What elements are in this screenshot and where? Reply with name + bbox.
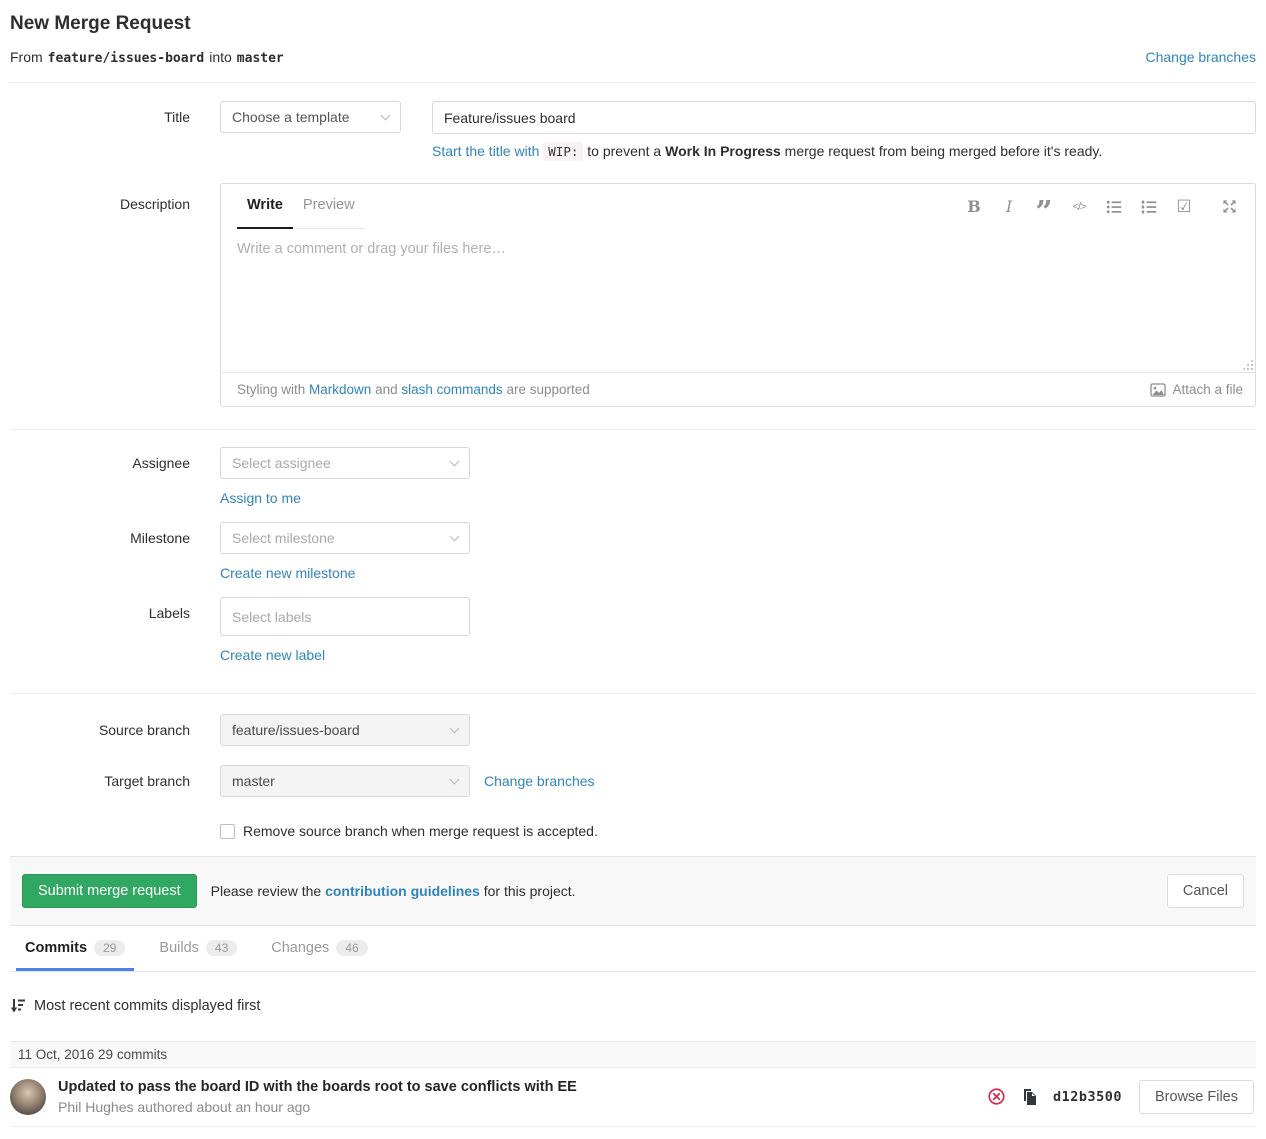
code-icon[interactable]: </> xyxy=(1069,197,1089,217)
assignee-label: Assignee xyxy=(10,447,190,471)
description-textarea[interactable] xyxy=(221,229,1255,372)
quote-icon[interactable]: ” xyxy=(1034,197,1054,217)
cancel-button[interactable]: Cancel xyxy=(1167,874,1244,908)
chevron-down-icon xyxy=(450,775,460,785)
sort-note: Most recent commits displayed first xyxy=(10,998,1256,1014)
ci-failed-icon[interactable] xyxy=(988,1088,1005,1105)
avatar xyxy=(10,1079,46,1115)
create-label-link[interactable]: Create new label xyxy=(220,647,325,663)
source-branch-name: feature/issues-board xyxy=(48,51,205,66)
fullscreen-icon[interactable] xyxy=(1219,197,1239,217)
form-actions: Submit merge request Please review the c… xyxy=(10,856,1256,926)
write-tab[interactable]: Write xyxy=(237,184,293,229)
into-label: into xyxy=(209,49,232,65)
target-branch-name: master xyxy=(237,51,284,66)
page-title: New Merge Request xyxy=(10,12,1256,36)
numbered-list-icon[interactable] xyxy=(1139,197,1159,217)
source-branch-select[interactable]: feature/issues-board xyxy=(220,714,470,746)
submit-merge-request-button[interactable]: Submit merge request xyxy=(22,874,197,908)
target-branch-select[interactable]: master xyxy=(220,765,470,797)
bullet-list-icon[interactable] xyxy=(1104,197,1124,217)
sort-desc-icon xyxy=(10,998,25,1014)
section-divider xyxy=(10,693,1256,694)
chevron-down-icon xyxy=(450,532,460,542)
remove-source-row: Remove source branch when merge request … xyxy=(220,823,1256,839)
chevron-down-icon xyxy=(381,111,391,121)
change-branches-link[interactable]: Change branches xyxy=(1145,49,1256,65)
wip-hint-link[interactable]: Start the title with xyxy=(432,143,539,159)
source-branch-label: Source branch xyxy=(10,714,190,738)
contribution-guidelines-link[interactable]: contribution guidelines xyxy=(325,883,480,899)
commit-row: Updated to pass the board ID with the bo… xyxy=(10,1068,1256,1127)
preview-tab[interactable]: Preview xyxy=(293,184,365,229)
commits-group-header: 11 Oct, 2016 29 commits xyxy=(10,1041,1256,1068)
description-row: Description Write Preview B I ” </> xyxy=(10,183,1256,407)
labels-row: Labels Create new label xyxy=(10,597,1256,663)
tab-builds[interactable]: Builds 43 xyxy=(150,926,246,971)
chevron-down-icon xyxy=(450,457,460,467)
markdown-footer: Styling with Markdown and slash commands… xyxy=(221,372,1255,406)
builds-count-badge: 43 xyxy=(206,940,237,956)
header-divider xyxy=(10,82,1256,83)
changes-count-badge: 46 xyxy=(336,940,367,956)
labels-input[interactable] xyxy=(220,597,470,636)
wip-code: WIP: xyxy=(543,142,583,161)
commits-count-badge: 29 xyxy=(94,940,125,956)
milestone-label: Milestone xyxy=(10,522,190,546)
markdown-editor: Write Preview B I ” </> xyxy=(220,183,1256,407)
commit-title[interactable]: Updated to pass the board ID with the bo… xyxy=(58,1078,988,1097)
title-label: Title xyxy=(10,101,190,125)
review-note: Please review the contribution guideline… xyxy=(211,883,576,899)
milestone-row: Milestone Select milestone Create new mi… xyxy=(10,522,1256,581)
page: New Merge Request From feature/issues-bo… xyxy=(0,12,1266,1127)
commit-meta: Phil Hughes authored about an hour ago xyxy=(58,1099,988,1115)
source-branch-row: Source branch feature/issues-board xyxy=(10,714,1256,746)
italic-icon[interactable]: I xyxy=(999,197,1019,217)
title-input[interactable] xyxy=(432,101,1256,134)
target-branch-label: Target branch xyxy=(10,765,190,789)
bold-icon[interactable]: B xyxy=(964,197,984,217)
attach-file-button[interactable]: Attach a file xyxy=(1150,382,1243,398)
assignee-row: Assignee Select assignee Assign to me xyxy=(10,447,1256,506)
mr-tabs: Commits 29 Builds 43 Changes 46 xyxy=(10,926,1256,972)
markdown-toolbar: B I ” </> ☑ xyxy=(964,197,1239,217)
copy-sha-icon[interactable] xyxy=(1022,1089,1036,1105)
milestone-select[interactable]: Select milestone xyxy=(220,522,470,554)
title-row: Title Choose a template Start the title … xyxy=(10,101,1256,159)
create-milestone-link[interactable]: Create new milestone xyxy=(220,565,355,581)
tab-commits[interactable]: Commits 29 xyxy=(16,926,134,971)
remove-source-checkbox[interactable] xyxy=(220,824,235,839)
assign-to-me-link[interactable]: Assign to me xyxy=(220,490,301,506)
commit-sha: d12b3500 xyxy=(1053,1089,1122,1105)
template-select[interactable]: Choose a template xyxy=(220,101,401,133)
slash-commands-link[interactable]: slash commands xyxy=(401,382,502,397)
template-select-value: Choose a template xyxy=(232,109,350,125)
title-hint: Start the title with WIP: to prevent a W… xyxy=(432,143,1256,159)
markdown-link[interactable]: Markdown xyxy=(309,382,371,397)
remove-source-label[interactable]: Remove source branch when merge request … xyxy=(243,823,598,839)
description-label: Description xyxy=(10,183,190,212)
chevron-down-icon xyxy=(450,724,460,734)
task-list-icon[interactable]: ☑ xyxy=(1174,197,1194,217)
labels-label: Labels xyxy=(10,597,190,621)
tab-changes[interactable]: Changes 46 xyxy=(262,926,376,971)
target-branch-row: Target branch master Change branches Rem… xyxy=(10,765,1256,839)
section-divider xyxy=(10,429,1256,430)
image-icon xyxy=(1150,382,1166,398)
branch-summary: From feature/issues-board into master Ch… xyxy=(10,49,1256,66)
from-label: From xyxy=(10,49,43,65)
change-branches-link-2[interactable]: Change branches xyxy=(484,773,595,789)
browse-files-button[interactable]: Browse Files xyxy=(1139,1080,1254,1114)
assignee-select[interactable]: Select assignee xyxy=(220,447,470,479)
